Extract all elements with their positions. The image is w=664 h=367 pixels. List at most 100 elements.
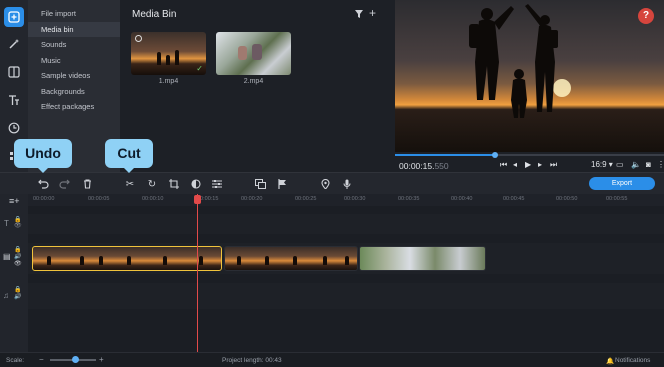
fullscreen-icon[interactable]: ▭ [616,160,624,170]
snapshot-icon[interactable]: ◙ [646,160,651,170]
menu-item-backgrounds[interactable]: Backgrounds [28,84,120,99]
aspect-ratio-select[interactable]: 16:9 ▾ [591,160,613,170]
magic-wand-icon[interactable] [4,34,24,54]
menu-item-sounds[interactable]: Sounds [28,37,120,52]
menu-item-music[interactable]: Music [28,53,120,68]
menu-item-sample-videos[interactable]: Sample videos [28,68,120,83]
audio-track[interactable] [28,283,664,309]
notifications-link[interactable]: Notifications [615,357,650,364]
ruler-tick-label: 00:00:45 [503,196,525,202]
ruler-tick-label: 00:00:10 [142,196,164,202]
zoom-out-icon[interactable]: − [39,355,44,364]
media-thumbnail-1[interactable]: ✓ [131,32,206,75]
ruler-tick-label: 00:00:55 [606,196,628,202]
text-icon[interactable] [4,90,24,110]
timeline-toolbar: ✂ ↻ [0,172,664,194]
preview-silhouettes [469,4,571,118]
text-track-toggles[interactable]: 🔒 👁 [14,217,22,229]
playhead[interactable] [197,194,198,352]
menu-item-media-bin[interactable]: Media bin [28,22,120,37]
thumbnail-figure [238,46,247,60]
skip-end-icon[interactable]: ⏭ [550,160,557,170]
audio-track-icon: ♫ [3,291,9,300]
clip-silhouette [237,256,241,265]
preview-progress-handle[interactable] [492,152,498,158]
clip-silhouette [127,256,131,265]
thumbnail-silhouette [175,50,179,65]
clip-silhouette [323,256,327,265]
ruler-tick-label: 00:00:50 [556,196,578,202]
color-icon[interactable] [190,178,202,190]
step-back-icon[interactable]: ◂ [513,160,517,170]
aspect-ratio-label: 16:9 [591,160,607,169]
thumbnail-silhouette [157,52,161,65]
help-button[interactable]: ? [638,8,654,24]
video-preview[interactable] [395,0,664,152]
export-button[interactable]: Export [589,177,655,190]
thumbnail-figure [252,44,262,60]
step-forward-icon[interactable]: ▸ [538,160,542,170]
scale-label: Scale: [6,357,25,364]
clip-silhouette [265,256,269,265]
filter-icon[interactable] [355,10,363,18]
volume-icon[interactable]: 🔈 [631,160,641,170]
delete-icon[interactable] [81,178,93,190]
overlay-icon[interactable] [254,178,266,190]
redo-icon[interactable] [58,178,70,190]
preview-progress-fill [395,154,495,156]
microphone-icon[interactable] [341,178,353,190]
track-headers: ≡+ T 🔒 👁 ▤ 🔒 🔊 👁 ♫ 🔒 🔊 [0,194,28,352]
ruler-tick-label: 00:00:20 [241,196,263,202]
timecode-fraction: 550 [434,161,449,171]
clip-silhouette [199,256,203,265]
rotate-icon[interactable]: ↻ [146,178,158,190]
adjust-icon[interactable] [211,178,223,190]
status-bar: Scale: − + Project length: 00:43 🔔 Notif… [0,352,664,367]
timeline-ruler[interactable]: 00:00:00 00:00:05 00:00:10 00:00:15 00:0… [0,194,664,206]
import-icon[interactable] [4,7,24,27]
ruler-tick-label: 00:00:40 [451,196,473,202]
play-icon[interactable]: ▶ [525,160,531,170]
media-bin: Media Bin + [120,0,395,172]
media-bin-title: Media Bin [132,9,177,20]
project-length: Project length: 00:43 [222,357,282,364]
clip-silhouette [47,256,51,265]
timeline-clip-3[interactable] [359,246,486,271]
filters-icon[interactable] [4,62,24,82]
timeline-clip-2[interactable] [224,246,358,271]
media-filename-1: 1.mp4 [158,78,179,85]
skip-start-icon[interactable]: ⏮ [500,160,507,170]
menu-item-effect-packages[interactable]: Effect packages [28,99,120,114]
clock-icon[interactable] [4,118,24,138]
ruler-tick-label: 00:00:05 [88,196,110,202]
text-track[interactable] [28,214,664,234]
ruler-tick-label: 00:00:00 [33,196,55,202]
ruler-tick-label: 00:00:25 [295,196,317,202]
location-icon[interactable] [319,178,331,190]
clip-indicator-icon [135,35,142,42]
undo-tooltip: Undo [14,139,72,173]
timeline-clip-1[interactable] [32,246,222,271]
more-menu-icon[interactable]: ⋮ [657,160,664,170]
add-icon[interactable]: + [369,6,376,20]
video-track-toggles[interactable]: 🔒 🔊 👁 [14,247,22,268]
undo-icon[interactable] [37,178,49,190]
menu-item-file-import[interactable]: File import [28,6,120,21]
cut-tooltip: Cut [105,139,153,173]
flag-icon[interactable] [276,178,288,190]
ruler-tick-label: 00:00:30 [344,196,366,202]
checkmark-icon: ✓ [196,64,203,73]
clip-silhouette [99,256,103,265]
add-track-icon[interactable]: ≡+ [9,196,20,206]
media-thumbnail-2[interactable] [216,32,291,75]
cut-icon[interactable]: ✂ [124,178,136,190]
ruler-tick-label: 00:00:35 [398,196,420,202]
preview-controls: 00:00:15.550 ⏮ ◂ ▶ ▸ ⏭ 16:9 ▾ ▭ 🔈 ◙ ⋮ [395,152,664,172]
text-track-icon: T [4,219,9,228]
playhead-handle[interactable] [194,195,201,204]
clip-silhouette [293,256,297,265]
zoom-in-icon[interactable]: + [99,355,104,364]
scale-slider-handle[interactable] [72,356,79,363]
audio-track-toggles[interactable]: 🔒 🔊 [14,287,21,301]
crop-icon[interactable] [168,178,180,190]
